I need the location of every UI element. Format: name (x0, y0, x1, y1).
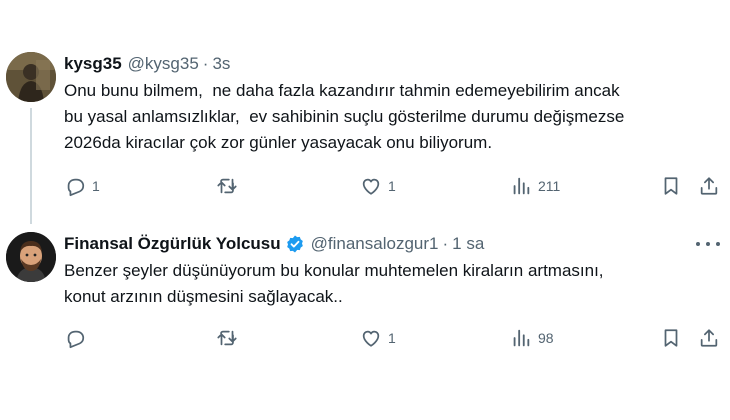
repost-button[interactable] (216, 175, 244, 197)
like-button[interactable]: 1 (360, 327, 396, 349)
tweet-text-line: konut arzının düşmesini sağlayacak.. (64, 287, 343, 306)
user-handle[interactable]: @kysg35 (128, 54, 199, 74)
reply-count: 1 (92, 178, 100, 194)
timestamp[interactable]: 1 sa (452, 234, 484, 254)
repost-icon (217, 178, 237, 194)
like-button[interactable]: 1 (360, 175, 396, 197)
user-handle[interactable]: @finansalozgur1 (311, 234, 439, 254)
more-dots-icon (716, 242, 720, 246)
display-name[interactable]: kysg35 (64, 54, 122, 74)
views-chart-icon (513, 177, 530, 195)
separator: · (202, 54, 209, 73)
tweet-header: Finansal Özgürlük Yolcusu @finansalozgur… (64, 232, 484, 256)
heart-icon (362, 178, 380, 195)
share-button[interactable] (698, 175, 720, 197)
tweet-actions: 1 1 211 (64, 172, 722, 200)
view-count: 211 (538, 178, 561, 194)
heart-icon (362, 330, 380, 347)
thread-connector (30, 108, 32, 224)
bookmark-icon (664, 329, 678, 347)
share-button[interactable] (698, 327, 720, 349)
tweet[interactable]: Finansal Özgürlük Yolcusu @finansalozgur… (0, 222, 730, 420)
tweet-text: Benzer şeyler düşünüyorum bu konular muh… (64, 258, 710, 310)
reply-icon (67, 178, 85, 197)
separator: · (442, 234, 449, 253)
like-count: 1 (388, 330, 396, 346)
bookmark-button[interactable] (660, 175, 682, 197)
more-dots-icon (696, 242, 700, 246)
display-name[interactable]: Finansal Özgürlük Yolcusu (64, 234, 281, 254)
view-count: 98 (538, 330, 554, 346)
tweet-text-line: 2026da kiracılar çok zor günler yasayaca… (64, 133, 493, 152)
tweet-text-line: bu yasal anlamsızlıklar, ev sahibinin su… (64, 107, 625, 126)
avatar[interactable] (6, 232, 56, 282)
repost-icon (217, 330, 237, 346)
share-icon (700, 329, 718, 347)
tweet[interactable]: kysg35 @kysg35 · 3s Onu bunu bilmem, ne … (0, 42, 730, 224)
timestamp[interactable]: 3s (212, 54, 230, 74)
verified-badge-icon[interactable] (285, 234, 305, 254)
more-dots-icon (706, 242, 710, 246)
tweet-header: kysg35 @kysg35 · 3s (64, 52, 230, 76)
views-button[interactable]: 98 (510, 327, 554, 349)
tweet-text: Onu bunu bilmem, ne daha fazla kazandırı… (64, 78, 710, 156)
share-icon (700, 177, 718, 195)
views-chart-icon (513, 329, 530, 347)
avatar[interactable] (6, 52, 56, 102)
reply-button[interactable]: 1 (64, 175, 100, 197)
bookmark-button[interactable] (660, 327, 682, 349)
repost-button[interactable] (216, 327, 244, 349)
reply-button[interactable] (64, 327, 92, 349)
tweet-text-line: Onu bunu bilmem, ne daha fazla kazandırı… (64, 81, 620, 100)
tweet-actions: 1 98 (64, 324, 722, 352)
bookmark-icon (664, 177, 678, 195)
views-button[interactable]: 211 (510, 175, 560, 197)
tweet-text-line: Benzer şeyler düşünüyorum bu konular muh… (64, 261, 604, 280)
more-options-button[interactable] (696, 234, 720, 254)
reply-icon (67, 330, 85, 349)
like-count: 1 (388, 178, 396, 194)
